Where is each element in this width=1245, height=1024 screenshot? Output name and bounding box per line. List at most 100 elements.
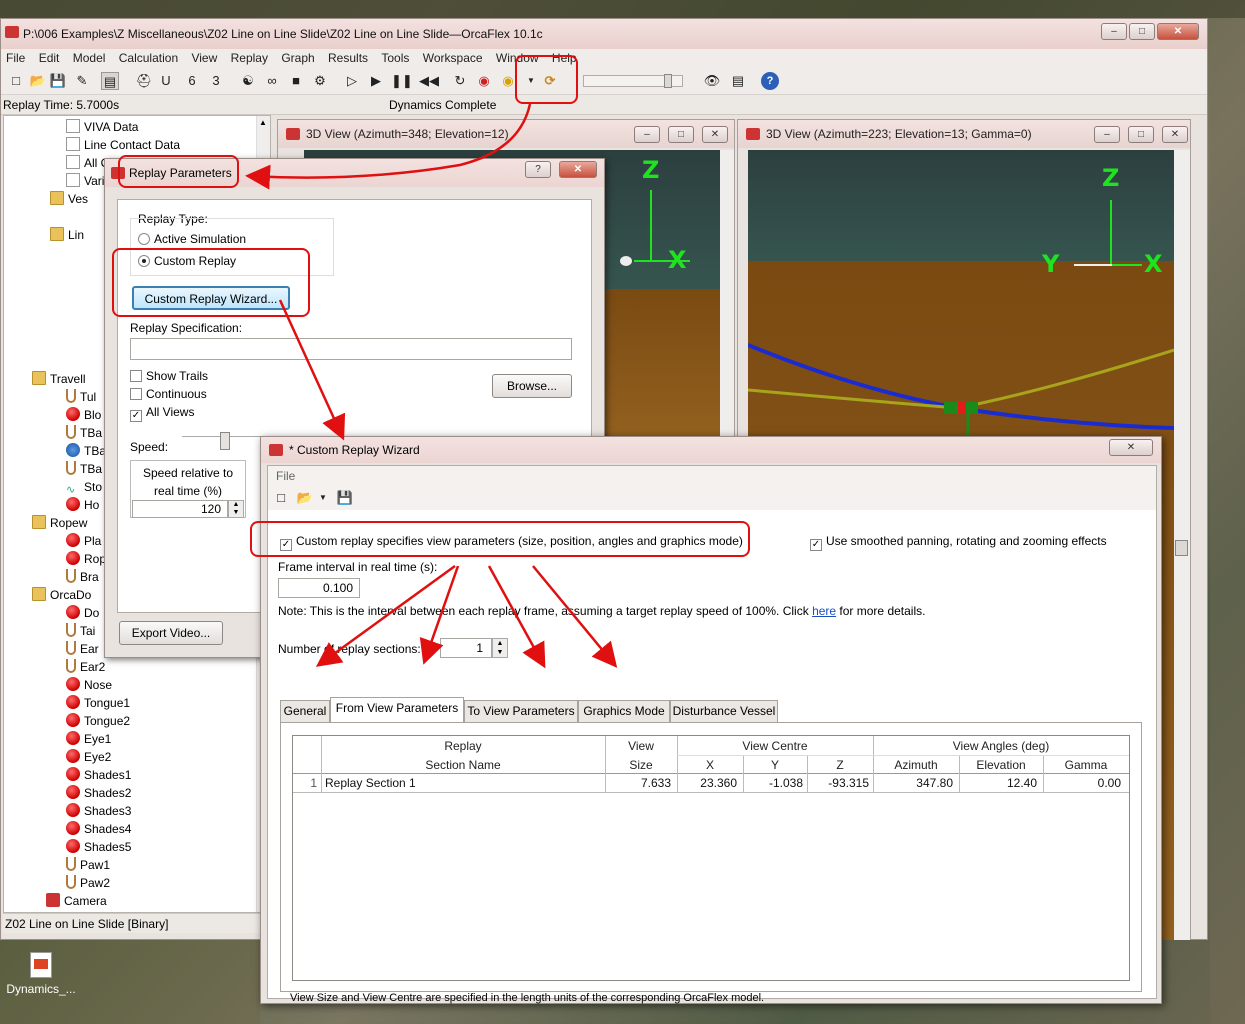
link-icon[interactable]: ∞ [263, 72, 281, 90]
tab-to-view-parameters[interactable]: To View Parameters [464, 700, 578, 722]
dialog-close-button[interactable]: ✕ [559, 161, 597, 178]
run-dynamics-icon[interactable]: ◉ [475, 72, 493, 90]
menu-view[interactable]: View [186, 49, 222, 67]
tree-item[interactable]: VIVA Data [66, 118, 138, 136]
help-button[interactable]: ? [525, 161, 551, 178]
edit-icon[interactable]: ✎ [73, 72, 91, 90]
view2-minimize-button[interactable]: – [1094, 126, 1120, 143]
custom-view-params-checkbox[interactable]: ✓ Custom replay specifies view parameters… [280, 534, 743, 551]
line-icon[interactable]: U [157, 72, 175, 90]
continuous-checkbox[interactable]: Continuous [130, 387, 207, 401]
buoy3d-icon[interactable]: 3 [207, 72, 225, 90]
tree-item[interactable]: ∿ Sto [66, 478, 102, 496]
view2-close-button[interactable]: ✕ [1162, 126, 1188, 143]
tree-item[interactable]: Ves [50, 190, 88, 208]
tree-item[interactable]: Tul [66, 388, 96, 406]
cell-gamma[interactable]: 0.00 [1043, 776, 1121, 790]
all-views-checkbox[interactable]: ✓ All Views [130, 405, 194, 422]
tree-item[interactable]: Paw2 [66, 874, 110, 892]
menu-file[interactable]: File [1, 49, 30, 67]
tree-item[interactable]: Shades3 [66, 802, 131, 820]
tree-item[interactable]: OrcaDo [32, 586, 91, 604]
shape-icon[interactable]: ■ [287, 72, 305, 90]
vessel-icon[interactable]: ⛑ [135, 72, 153, 90]
tree-item[interactable]: Paw1 [66, 856, 110, 874]
tree-item[interactable]: TBa [66, 460, 102, 478]
speed-slider-thumb[interactable] [220, 432, 230, 450]
save-icon[interactable]: 💾 [336, 489, 354, 507]
menu-help[interactable]: Help [547, 49, 582, 67]
cell-centre-y[interactable]: -1.038 [743, 776, 803, 790]
wizard-close-button[interactable]: ✕ [1109, 439, 1153, 456]
winch-icon[interactable]: ☯ [239, 72, 257, 90]
custom-replay-radio[interactable]: Custom Replay [138, 254, 236, 268]
num-sections-input[interactable]: 1 [440, 638, 492, 658]
view2-scroll-thumb[interactable] [1175, 540, 1188, 556]
tree-item[interactable]: Ropew [32, 514, 87, 532]
smoothed-effects-checkbox[interactable]: ✓ Use smoothed panning, rotating and zoom… [810, 534, 1107, 551]
save-icon[interactable]: 💾 [49, 72, 67, 90]
run-statics-icon[interactable]: ↻ [451, 72, 469, 90]
tree-item[interactable]: Ho [66, 496, 99, 514]
desktop-icon[interactable]: Dynamics_... [6, 952, 76, 1012]
replay-spec-field[interactable] [130, 338, 572, 360]
tree-item[interactable]: Travell [32, 370, 86, 388]
speed-value-input[interactable]: 120 [132, 500, 228, 518]
tree-item[interactable]: Nose [66, 676, 112, 694]
custom-replay-wizard-button[interactable]: Custom Replay Wizard... [132, 286, 290, 310]
scroll-up-arrow-icon[interactable]: ▲ [259, 118, 267, 127]
frame-interval-input[interactable]: 0.100 [278, 578, 360, 598]
menu-replay[interactable]: Replay [226, 49, 273, 67]
tree-item[interactable]: Lin [50, 226, 84, 244]
tree-item[interactable]: Pla [66, 532, 101, 550]
browse-button[interactable]: Browse... [492, 374, 572, 398]
view2-maximize-button[interactable]: □ [1128, 126, 1154, 143]
menu-window[interactable]: Window [491, 49, 544, 67]
rewind-icon[interactable]: ◀◀ [419, 72, 439, 90]
step-forward-icon[interactable]: ▷ [343, 72, 361, 90]
view1-maximize-button[interactable]: □ [668, 126, 694, 143]
open-icon[interactable]: 📂 [29, 72, 47, 90]
constraint-icon[interactable]: ⚙ [311, 72, 329, 90]
new-icon[interactable]: □ [272, 489, 290, 507]
menu-tools[interactable]: Tools [376, 49, 414, 67]
open-icon[interactable]: 📂 [296, 489, 314, 507]
tab-from-view-parameters[interactable]: From View Parameters [330, 697, 464, 722]
cell-view-size[interactable]: 7.633 [605, 776, 671, 790]
menu-results[interactable]: Results [323, 49, 373, 67]
tree-item[interactable]: Tai [66, 622, 95, 640]
tree-item[interactable]: Blo [66, 406, 101, 424]
menu-calculation[interactable]: Calculation [114, 49, 183, 67]
tab-disturbance-vessel[interactable]: Disturbance Vessel [670, 700, 778, 722]
cell-centre-z[interactable]: -93.315 [807, 776, 869, 790]
model-browser-icon[interactable]: ▤ [101, 72, 119, 90]
view2-scrollbar[interactable] [1174, 150, 1190, 940]
cell-centre-x[interactable]: 23.360 [677, 776, 737, 790]
tree-item[interactable]: Eye1 [66, 730, 111, 748]
tree-item[interactable]: Line Contact Data [66, 136, 180, 154]
help-icon[interactable]: ? [761, 72, 779, 90]
tree-item[interactable]: Bra [66, 568, 99, 586]
export-video-button[interactable]: Export Video... [119, 621, 223, 645]
tree-item[interactable]: Vari [66, 172, 104, 190]
menu-graph[interactable]: Graph [276, 49, 319, 67]
speed-spinner[interactable]: ▲ ▼ [228, 500, 244, 518]
tree-item[interactable]: Camera [46, 892, 107, 910]
dropdown-arrow-icon[interactable]: ▼ [522, 72, 540, 90]
tree-item[interactable]: Tongue1 [66, 694, 130, 712]
tree-item[interactable]: Ear2 [66, 658, 105, 676]
table-row[interactable]: 1 Replay Section 1 7.633 23.360 -1.038 -… [293, 774, 1129, 792]
active-simulation-radio[interactable]: Active Simulation [138, 232, 246, 246]
close-button[interactable]: ✕ [1157, 23, 1199, 40]
minimize-button[interactable]: – [1101, 23, 1127, 40]
tree-item[interactable]: Shades1 [66, 766, 131, 784]
view1-close-button[interactable]: ✕ [702, 126, 728, 143]
view1-scrollbar[interactable] [720, 150, 734, 440]
cell-elevation[interactable]: 12.40 [959, 776, 1037, 790]
view1-minimize-button[interactable]: – [634, 126, 660, 143]
more-details-link[interactable]: here [812, 604, 836, 618]
menu-file[interactable]: File [276, 469, 295, 483]
graph-icon[interactable]: ▤ [729, 72, 747, 90]
replay-parameters-icon[interactable]: ⟳ [541, 72, 559, 90]
pause-icon[interactable]: ❚❚ [391, 72, 413, 90]
